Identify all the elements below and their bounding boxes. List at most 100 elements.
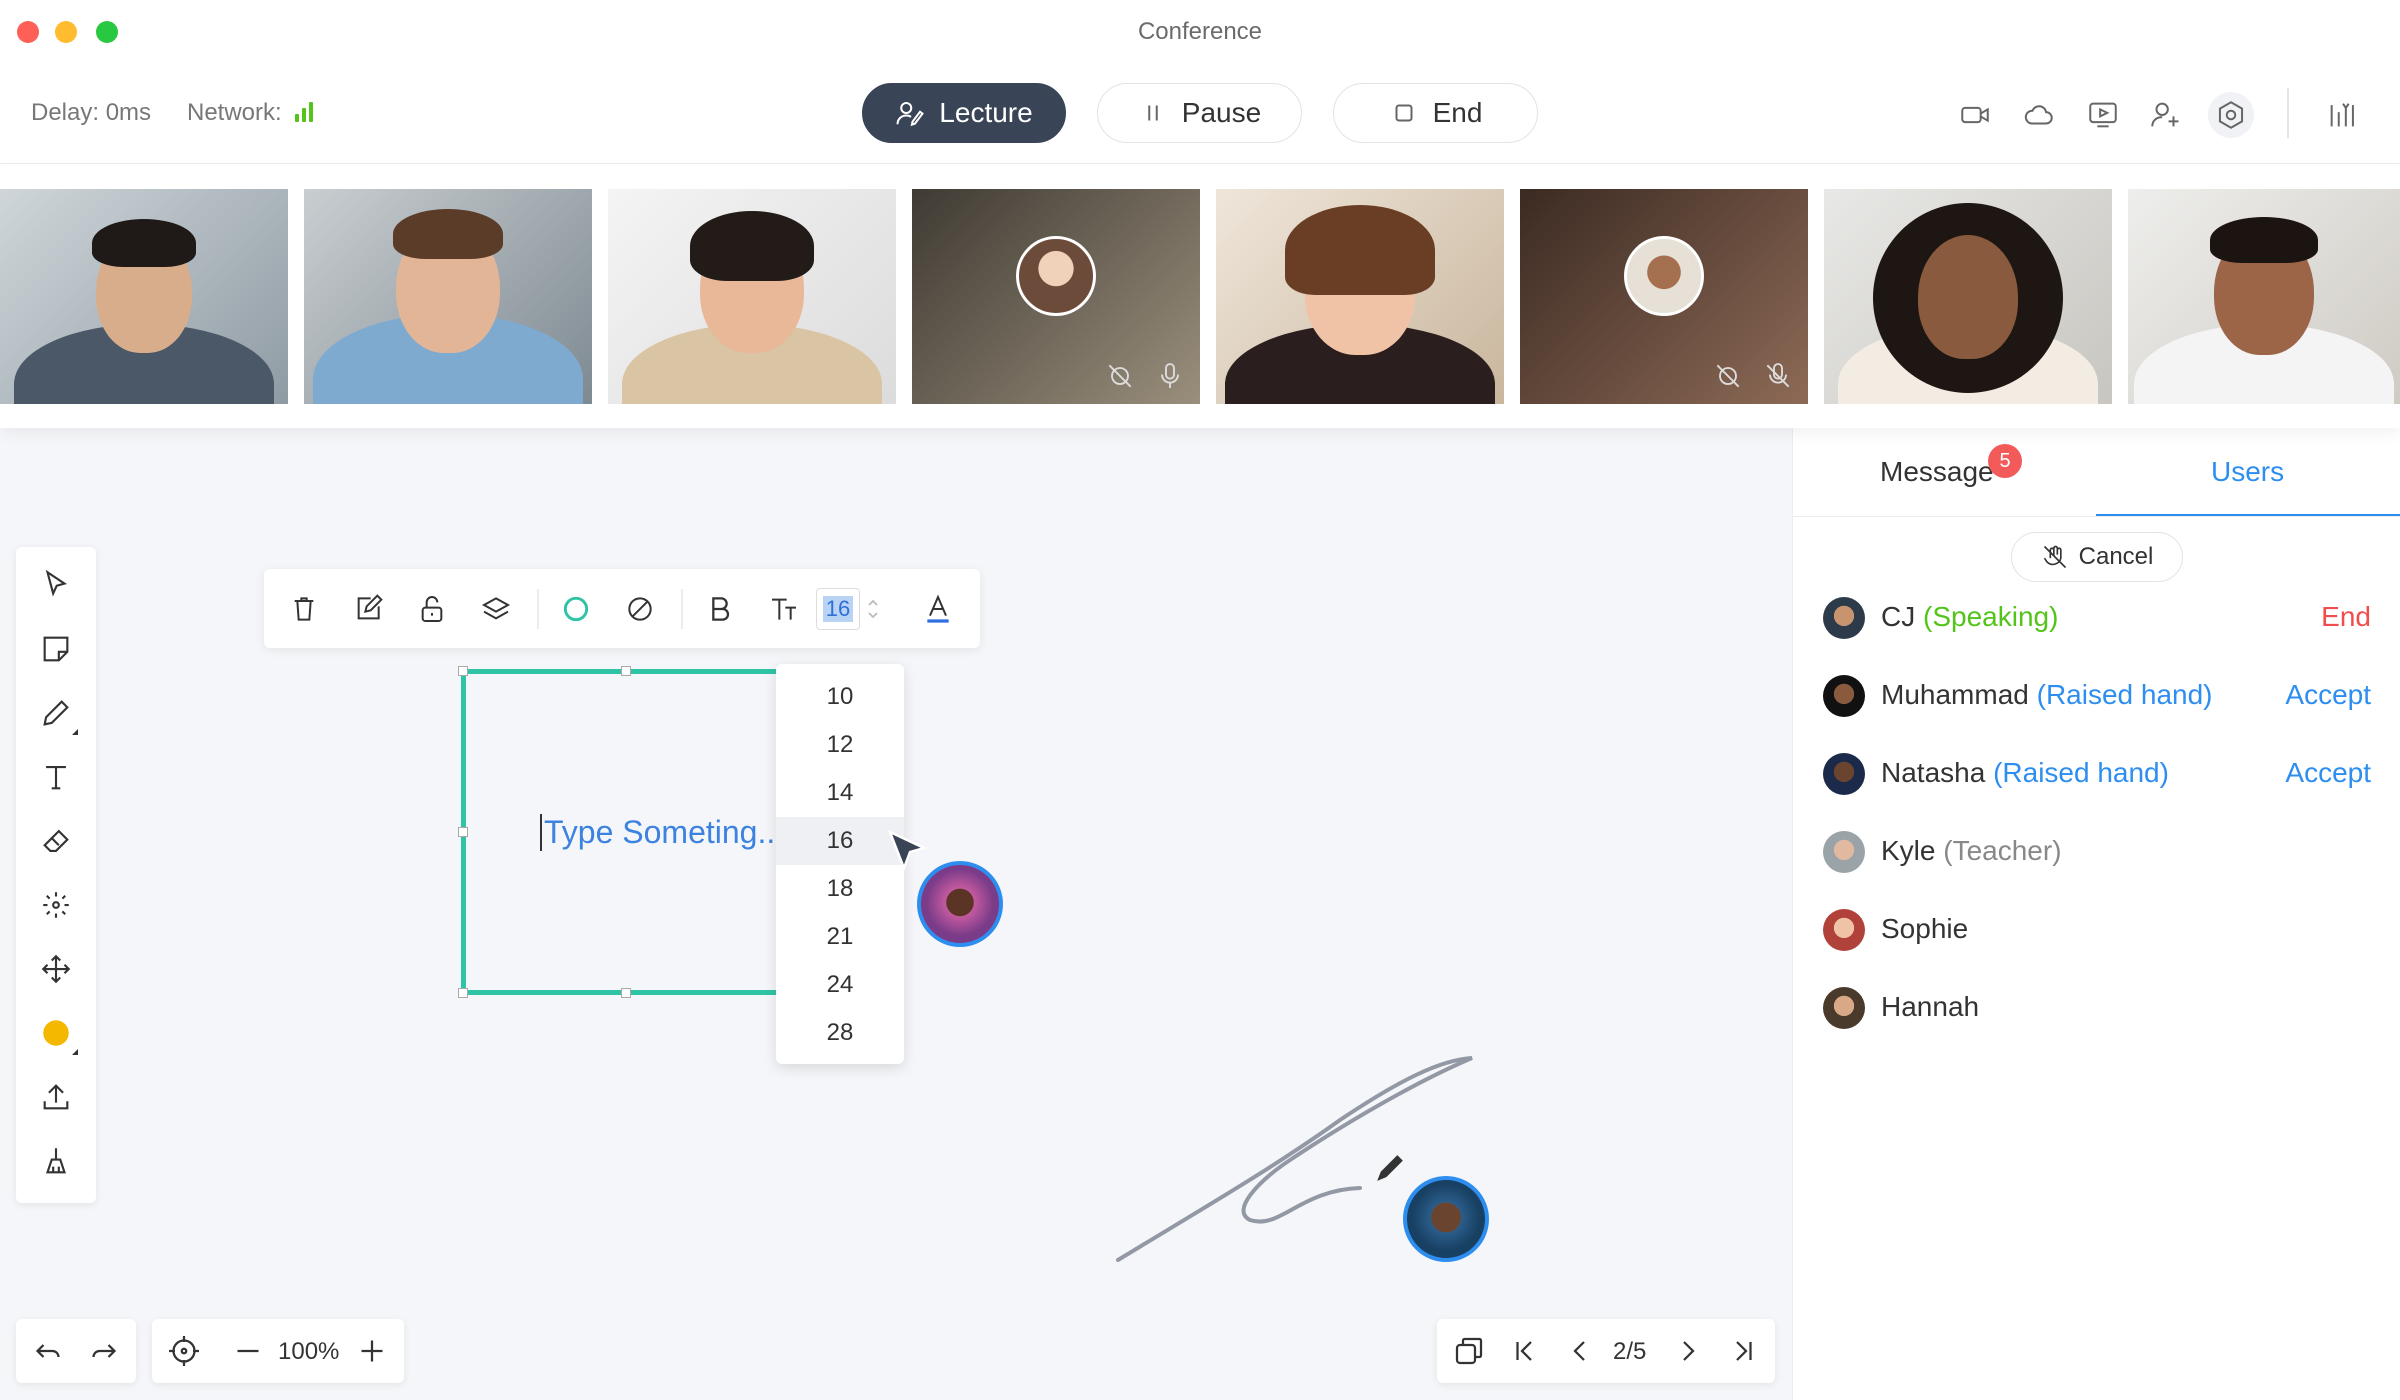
font-size-option[interactable]: 14 — [776, 769, 904, 817]
font-size-option[interactable]: 12 — [776, 721, 904, 769]
font-size-option[interactable]: 28 — [776, 1009, 904, 1057]
redo-button[interactable] — [86, 1333, 122, 1369]
recenter-button[interactable] — [166, 1333, 202, 1369]
video-tile[interactable] — [0, 189, 288, 404]
lock-button[interactable] — [412, 589, 452, 629]
camera-icon[interactable] — [1958, 98, 1992, 132]
video-tile-camera-off[interactable] — [1520, 189, 1808, 404]
pause-icon — [1148, 105, 1158, 121]
user-action-button[interactable]: End — [2321, 601, 2371, 633]
tab-messages[interactable]: Message — [1880, 456, 1994, 488]
settings-icon[interactable] — [2214, 98, 2248, 132]
user-row[interactable]: Kyle (Teacher) — [1823, 822, 2371, 878]
upload-tool[interactable] — [36, 1077, 76, 1117]
user-name-line: Natasha (Raised hand) — [1881, 757, 2169, 789]
video-tile[interactable] — [304, 189, 592, 404]
text-tool[interactable] — [36, 757, 76, 797]
title-bar: Conference — [0, 0, 2400, 62]
video-tile[interactable] — [608, 189, 896, 404]
participant-hair — [1285, 205, 1435, 295]
previous-page-button[interactable] — [1563, 1333, 1599, 1369]
user-row[interactable]: Sophie — [1823, 900, 2371, 956]
user-name: Muhammad — [1881, 679, 2029, 710]
user-action-button[interactable]: Accept — [2285, 757, 2371, 789]
user-avatar — [1823, 675, 1865, 717]
cancel-raise-hand-button[interactable]: Cancel — [2011, 532, 2183, 582]
layout-icon[interactable] — [2326, 98, 2360, 132]
pen-icon — [43, 700, 69, 726]
cloud-icon[interactable] — [2022, 98, 2056, 132]
user-name-line: Kyle (Teacher) — [1881, 835, 2062, 867]
text-icon — [46, 766, 66, 790]
font-size-option[interactable]: 16 — [776, 817, 904, 865]
lecture-button[interactable]: Lecture — [862, 83, 1066, 143]
user-avatar — [1823, 753, 1865, 795]
zoom-in-button[interactable] — [354, 1333, 390, 1369]
cancel-label: Cancel — [2078, 543, 2154, 570]
bold-button[interactable] — [700, 589, 740, 629]
last-page-button[interactable] — [1725, 1333, 1761, 1369]
user-status: (Raised hand) — [1993, 757, 2169, 788]
lecture-icon — [896, 102, 925, 127]
color-picker-tool[interactable] — [36, 1013, 78, 1055]
screen-share-icon[interactable] — [2086, 98, 2120, 132]
video-tile[interactable] — [1824, 189, 2112, 404]
first-page-button[interactable] — [1507, 1333, 1543, 1369]
font-size-stepper[interactable] — [864, 589, 882, 629]
broom-icon — [46, 1148, 66, 1174]
next-page-button[interactable] — [1669, 1333, 1705, 1369]
add-user-icon[interactable] — [2148, 98, 2182, 132]
font-size-option[interactable]: 21 — [776, 913, 904, 961]
select-tool[interactable] — [36, 565, 76, 605]
text-color-button[interactable] — [918, 589, 958, 629]
font-size-option[interactable]: 10 — [776, 673, 904, 721]
sticky-note-tool[interactable] — [36, 629, 76, 669]
no-fill-icon — [628, 597, 652, 621]
side-panel: Message 5 Users Cancel CJ (Speaking) End M… — [1792, 428, 2400, 1400]
laser-pointer-tool[interactable] — [36, 885, 76, 925]
history-controls — [16, 1319, 136, 1383]
font-size-button[interactable] — [764, 589, 804, 629]
font-size-option[interactable]: 24 — [776, 961, 904, 1009]
pointer-icon — [45, 569, 68, 597]
format-divider — [537, 589, 539, 629]
selected-text-box[interactable]: Type Someting.. — [458, 666, 781, 998]
user-row[interactable]: Hannah — [1823, 978, 2371, 1034]
user-action-button[interactable]: Accept — [2285, 679, 2371, 711]
font-size-input[interactable]: 16 — [816, 588, 860, 630]
pages-overview-button[interactable] — [1451, 1333, 1487, 1369]
user-row[interactable]: Natasha (Raised hand) Accept — [1823, 744, 2371, 800]
layer-button[interactable] — [476, 589, 516, 629]
video-tile-camera-off[interactable] — [912, 189, 1200, 404]
fill-color-button[interactable] — [620, 589, 660, 629]
pause-button[interactable]: Pause — [1097, 83, 1302, 143]
font-size-option[interactable]: 18 — [776, 865, 904, 913]
resize-handle[interactable] — [458, 988, 468, 998]
chevron-left-icon — [1573, 1341, 1585, 1361]
video-tile[interactable] — [2128, 189, 2400, 404]
resize-handle[interactable] — [458, 827, 468, 837]
font-size-dropdown: 10 12 14 16 18 21 24 28 — [776, 664, 904, 1064]
user-row[interactable]: Muhammad (Raised hand) Accept — [1823, 666, 2371, 722]
text-box-placeholder[interactable]: Type Someting.. — [540, 814, 775, 851]
resize-handle[interactable] — [458, 666, 468, 676]
zoom-out-button[interactable] — [230, 1333, 266, 1369]
resize-handle[interactable] — [621, 988, 631, 998]
pen-tool[interactable] — [36, 693, 78, 735]
video-tile[interactable] — [1216, 189, 1504, 404]
user-avatar — [1823, 987, 1865, 1029]
submenu-indicator — [72, 729, 78, 735]
mouse-cursor-icon — [888, 830, 928, 872]
clear-tool[interactable] — [36, 1141, 76, 1181]
resize-handle[interactable] — [621, 666, 631, 676]
end-button[interactable]: End — [1333, 83, 1538, 143]
first-page-icon — [1516, 1341, 1532, 1361]
eraser-tool[interactable] — [36, 821, 76, 861]
delete-button[interactable] — [284, 589, 324, 629]
stroke-color-button[interactable] — [556, 589, 596, 629]
edit-button[interactable] — [348, 589, 388, 629]
move-tool[interactable] — [36, 949, 76, 989]
undo-button[interactable] — [30, 1333, 66, 1369]
tab-users[interactable]: Users — [2211, 456, 2284, 488]
user-row[interactable]: CJ (Speaking) End — [1823, 588, 2371, 644]
